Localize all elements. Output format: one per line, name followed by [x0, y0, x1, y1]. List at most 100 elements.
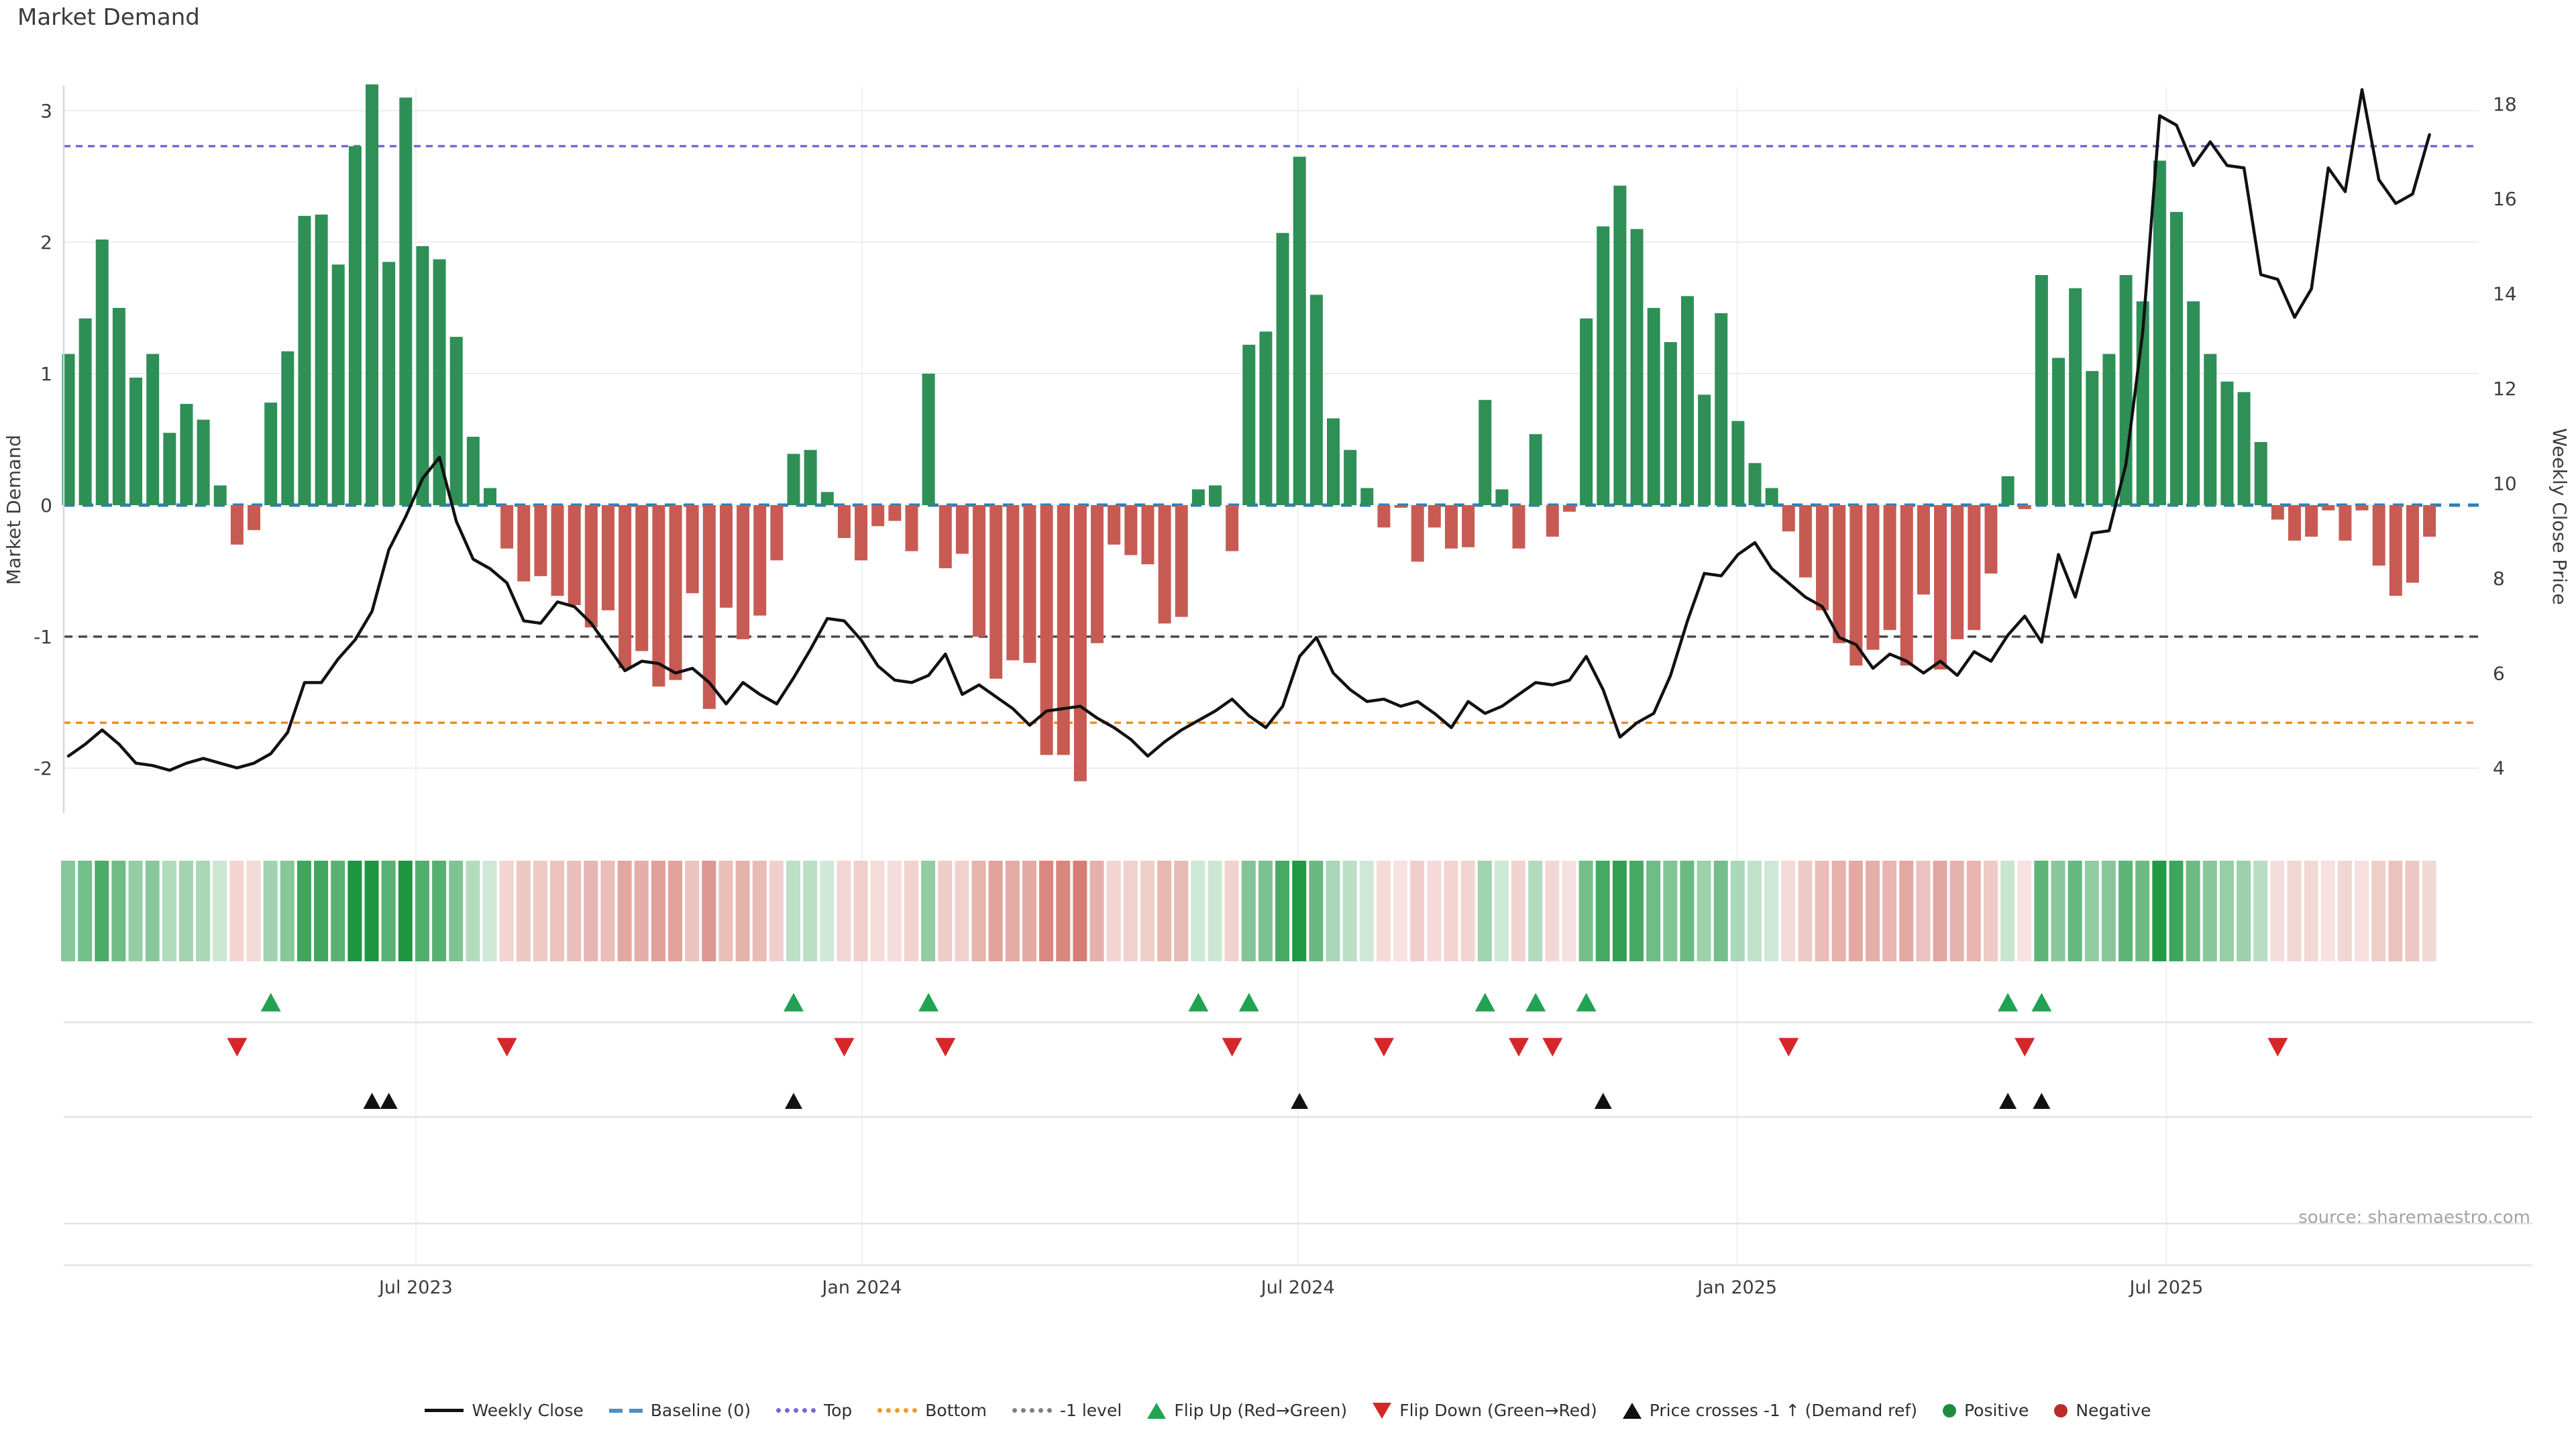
negative-bar: [2322, 505, 2334, 511]
negative-bar: [1866, 505, 1879, 650]
heatmap-cell: [651, 861, 665, 961]
heatmap-cell: [1326, 861, 1340, 961]
legend-item[interactable]: Positive: [1943, 1401, 2029, 1420]
heatmap-cell: [820, 861, 834, 961]
negative-bar: [500, 505, 513, 549]
heatmap-cell: [331, 861, 345, 961]
positive-bar: [1715, 313, 1727, 505]
negative-bar: [855, 505, 867, 560]
positive-bar: [2086, 371, 2098, 505]
heatmap-cell: [483, 861, 497, 961]
positive-bar: [2187, 301, 2200, 505]
positive-bar: [399, 97, 412, 505]
heatmap-cell: [2237, 861, 2251, 961]
heatmap-cell: [955, 861, 969, 961]
left-axis-tick: -1: [34, 626, 52, 648]
heatmap-cell: [1174, 861, 1188, 961]
heatmap-cell: [2287, 861, 2301, 961]
dotted-line-swatch-icon: [1012, 1408, 1052, 1413]
heatmap-cell: [398, 861, 413, 961]
price-cross-icon: [380, 1093, 398, 1109]
negative-bar: [871, 505, 884, 526]
heatmap-cell: [584, 861, 598, 961]
legend-item[interactable]: Bottom: [877, 1401, 987, 1420]
positive-bar: [1613, 186, 1626, 505]
negative-bar: [2390, 505, 2402, 596]
flip-down-icon: [1374, 1038, 1394, 1057]
heatmap-cell: [500, 861, 514, 961]
heatmap-cell: [1157, 861, 1171, 961]
negative-bar: [1951, 505, 1964, 639]
negative-bar: [1984, 505, 1997, 574]
flip-up-icon: [261, 993, 281, 1012]
heatmap-cell: [1073, 861, 1087, 961]
heatmap-cell: [2000, 861, 2015, 961]
negative-bar: [737, 505, 749, 639]
heatmap-cell: [1242, 861, 1256, 961]
weekly-close-swatch-icon: [425, 1409, 464, 1412]
heatmap-cell: [2051, 861, 2065, 961]
x-axis-tick: Jan 2025: [1696, 1277, 1777, 1298]
positive-bar: [821, 492, 834, 505]
right-axis-tick: 8: [2493, 568, 2505, 590]
positive-bar: [467, 437, 480, 505]
legend-item[interactable]: Flip Down (Green→Red): [1373, 1401, 1597, 1420]
negative-bar: [973, 505, 985, 637]
legend-item[interactable]: Baseline (0): [609, 1401, 751, 1420]
heatmap-cell: [1613, 861, 1627, 961]
positive-dot-icon: [1943, 1404, 1956, 1417]
heatmap-cell: [1714, 861, 1728, 961]
positive-bar: [1277, 233, 1289, 505]
right-axis-tick: 12: [2493, 378, 2517, 400]
negative-bar: [1124, 505, 1137, 555]
positive-bar: [332, 264, 345, 505]
flip-up-icon: [1998, 993, 2018, 1012]
negative-bar: [1108, 505, 1120, 545]
flip-down-icon: [497, 1038, 517, 1057]
heatmap-cell: [2220, 861, 2234, 961]
legend-item[interactable]: Price crosses -1 ↑ (Demand ref): [1623, 1401, 1917, 1420]
positive-bar: [416, 246, 429, 505]
dotted-line-swatch-icon: [776, 1408, 816, 1413]
heatmap-cell: [1360, 861, 1374, 961]
heatmap-cell: [61, 861, 75, 961]
heatmap-cell: [1275, 861, 1289, 961]
heatmap-cell: [1022, 861, 1036, 961]
heatmap-cell: [871, 861, 885, 961]
legend-label: Baseline (0): [651, 1401, 751, 1420]
legend-item[interactable]: Weekly Close: [425, 1401, 583, 1420]
heatmap-cell: [365, 861, 379, 961]
positive-bar: [382, 262, 395, 505]
heatmap-cell: [1933, 861, 1947, 961]
right-axis-tick: 10: [2493, 472, 2517, 494]
heatmap-cell: [382, 861, 396, 961]
heatmap-cell: [2118, 861, 2133, 961]
negative-bar: [1395, 505, 1407, 508]
positive-bar: [366, 85, 378, 505]
heatmap-cell: [533, 861, 547, 961]
right-axis-tick: 16: [2493, 188, 2517, 210]
legend-item[interactable]: Negative: [2054, 1401, 2151, 1420]
heatmap-cell: [1107, 861, 1121, 961]
negative-bar: [568, 505, 581, 605]
heatmap-cell: [1967, 861, 1981, 961]
heatmap-cell: [769, 861, 784, 961]
legend-label: Bottom: [925, 1401, 987, 1420]
heatmap-cell: [1039, 861, 1053, 961]
left-axis-title: Market Demand: [3, 435, 25, 585]
legend-item[interactable]: -1 level: [1012, 1401, 1122, 1420]
negative-bar: [551, 505, 564, 596]
negative-bar: [838, 505, 851, 538]
x-axis-tick: Jul 2023: [378, 1277, 453, 1298]
positive-bar: [315, 215, 328, 505]
flip-down-swatch-icon: [1373, 1403, 1391, 1419]
positive-bar: [2002, 476, 2015, 505]
heatmap-cell: [1545, 861, 1559, 961]
legend-item[interactable]: Flip Up (Red→Green): [1147, 1401, 1347, 1420]
legend-item[interactable]: Top: [776, 1401, 852, 1420]
heatmap-cell: [2355, 861, 2369, 961]
heatmap-cell: [1478, 861, 1492, 961]
flip-up-markers: [261, 993, 2052, 1012]
positive-bar: [349, 146, 362, 505]
heatmap-cell: [1663, 861, 1677, 961]
